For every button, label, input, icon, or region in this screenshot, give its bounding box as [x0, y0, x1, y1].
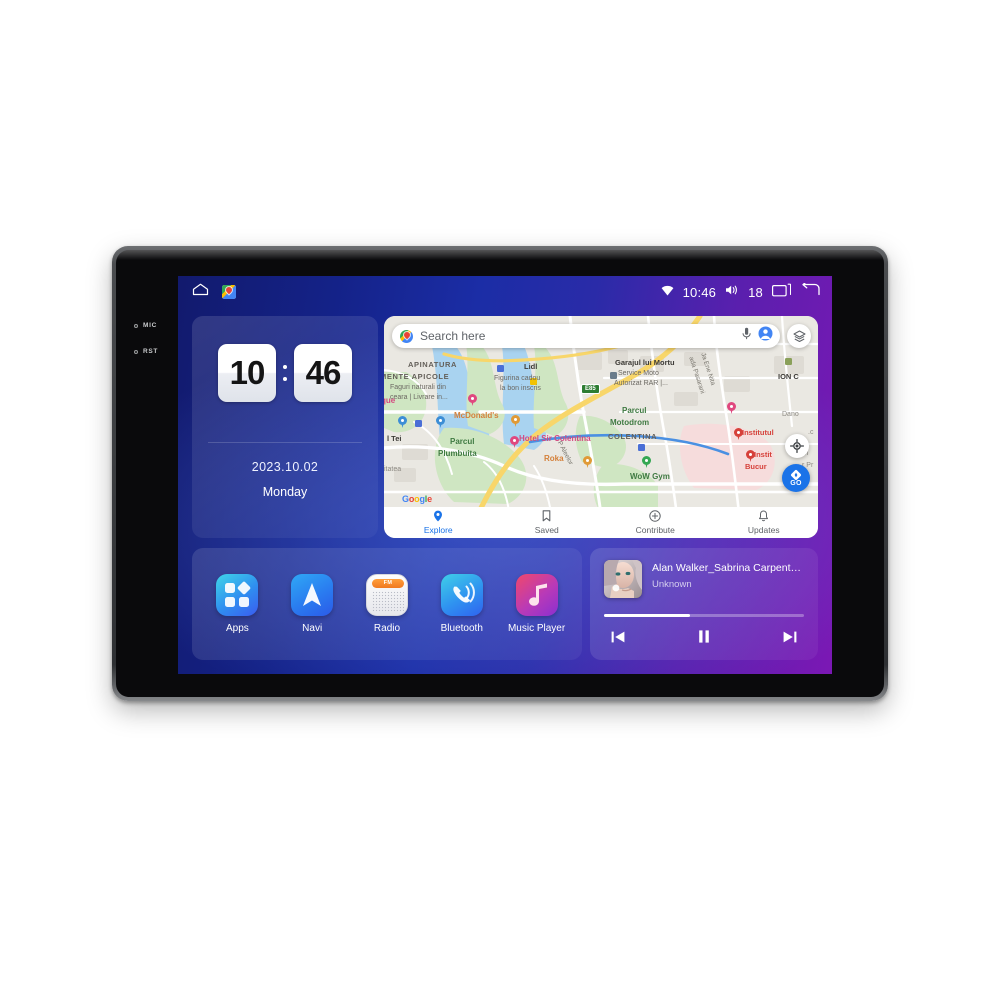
map-marker-square[interactable] — [785, 358, 792, 365]
clock-minutes: 46 — [294, 344, 352, 402]
map-tab-label: Updates — [747, 525, 780, 535]
app-label: Music Player — [507, 623, 566, 634]
my-location-icon[interactable] — [785, 434, 809, 458]
map-canvas[interactable] — [384, 316, 818, 538]
app-music-player[interactable]: Music Player — [505, 574, 569, 634]
app-navi[interactable]: Navi — [280, 574, 344, 634]
navigation-arrow-icon — [291, 574, 334, 616]
radio-band-badge: FM — [371, 579, 404, 588]
clock-hours: 10 — [218, 344, 276, 402]
skip-previous-icon[interactable] — [610, 629, 626, 650]
google-maps-icon[interactable] — [222, 285, 236, 299]
progress-bar[interactable] — [604, 614, 804, 617]
app-label: Radio — [373, 623, 401, 634]
account-avatar-icon[interactable] — [758, 326, 773, 346]
map-tab-saved[interactable]: Saved — [493, 510, 602, 535]
map-tab-explore[interactable]: Explore — [384, 510, 493, 535]
music-player-widget[interactable]: Alan Walker_Sabrina Carpenter_F... Unkno… — [590, 548, 818, 660]
map-marker-square[interactable] — [530, 378, 537, 385]
app-dock: Apps Navi FM Radio Bluetooth Music Playe… — [192, 548, 582, 660]
mic-led-icon — [134, 323, 138, 328]
status-time: 10:46 — [682, 284, 717, 300]
google-maps-pin-icon — [400, 329, 413, 343]
map-marker-square[interactable] — [497, 365, 504, 372]
bell-icon — [758, 510, 769, 524]
volume-icon[interactable] — [725, 283, 739, 301]
map-layers-icon[interactable] — [787, 324, 811, 348]
radio-icon: FM — [365, 574, 408, 616]
app-bluetooth[interactable]: Bluetooth — [430, 574, 494, 634]
progress-fill — [604, 614, 690, 617]
track-artist: Unknown — [652, 579, 692, 590]
google-watermark: Google — [402, 494, 432, 504]
playback-controls — [604, 628, 804, 650]
recents-icon[interactable] — [772, 283, 792, 302]
clock-divider — [208, 442, 362, 443]
app-apps[interactable]: Apps — [205, 574, 269, 634]
app-label: Navi — [302, 623, 323, 634]
map-tab-label: Explore — [423, 525, 453, 535]
reset-led-icon — [134, 349, 138, 354]
home-icon[interactable] — [192, 283, 209, 301]
map-tab-label: Saved — [534, 525, 559, 535]
map-marker-square[interactable] — [638, 444, 645, 451]
device-bezel: MIC RST 10:46 18 10 46 2023.10.02 Monday… — [116, 250, 884, 697]
skip-next-icon[interactable] — [782, 629, 798, 650]
reset-label-text: RST — [143, 348, 159, 355]
plus-circle-icon — [649, 510, 661, 524]
radio-grille — [371, 591, 404, 612]
back-icon[interactable] — [800, 280, 820, 302]
app-label: Apps — [225, 623, 249, 634]
location-pin-icon — [433, 510, 443, 524]
map-tab-updates[interactable]: Updates — [710, 510, 819, 535]
music-note-icon — [515, 574, 558, 616]
app-label: Bluetooth — [440, 623, 483, 634]
status-bar: 10:46 18 — [178, 276, 832, 308]
map-road-shield: E85 — [581, 384, 600, 394]
map-go-label: GO — [790, 480, 802, 487]
reset-label: RST — [134, 348, 158, 355]
wifi-icon — [661, 283, 674, 301]
clock-date: 2023.10.02 — [251, 460, 319, 474]
map-tab-contribute[interactable]: Contribute — [601, 510, 710, 535]
app-radio[interactable]: FM Radio — [355, 574, 419, 634]
volume-level: 18 — [748, 284, 763, 300]
head-unit-device: MIC RST 10:46 18 10 46 2023.10.02 Monday… — [112, 246, 888, 701]
bluetooth-phone-icon — [440, 574, 483, 616]
apps-grid-icon — [216, 574, 259, 616]
clock-widget[interactable]: 10 46 2023.10.02 Monday — [192, 316, 378, 538]
map-tab-bar: Explore Saved Contribute Updates — [384, 507, 818, 538]
map-marker-square[interactable] — [610, 372, 617, 379]
bookmark-icon — [542, 510, 551, 524]
search-input[interactable]: Search here — [420, 329, 735, 343]
mic-label: MIC — [134, 322, 157, 329]
flip-clock: 10 46 — [192, 344, 378, 402]
map-search-bar[interactable]: Search here — [392, 324, 780, 348]
pause-icon[interactable] — [696, 628, 712, 650]
clock-weekday: Monday — [262, 485, 308, 499]
map-widget[interactable]: E85 APINATURA MENTE APICOLE Faguri natur… — [384, 316, 818, 538]
bezel-gloss — [116, 250, 884, 260]
track-title: Alan Walker_Sabrina Carpenter_F... — [652, 562, 804, 574]
screen: 10:46 18 10 46 2023.10.02 Monday E85 API… — [178, 276, 832, 674]
clock-colon — [281, 365, 289, 381]
map-tab-label: Contribute — [635, 525, 675, 535]
map-go-button[interactable]: GO — [782, 464, 810, 492]
microphone-icon[interactable] — [742, 327, 751, 345]
album-art-thumbnail — [604, 560, 642, 598]
map-marker-square[interactable] — [415, 420, 422, 427]
mic-label-text: MIC — [143, 322, 158, 329]
